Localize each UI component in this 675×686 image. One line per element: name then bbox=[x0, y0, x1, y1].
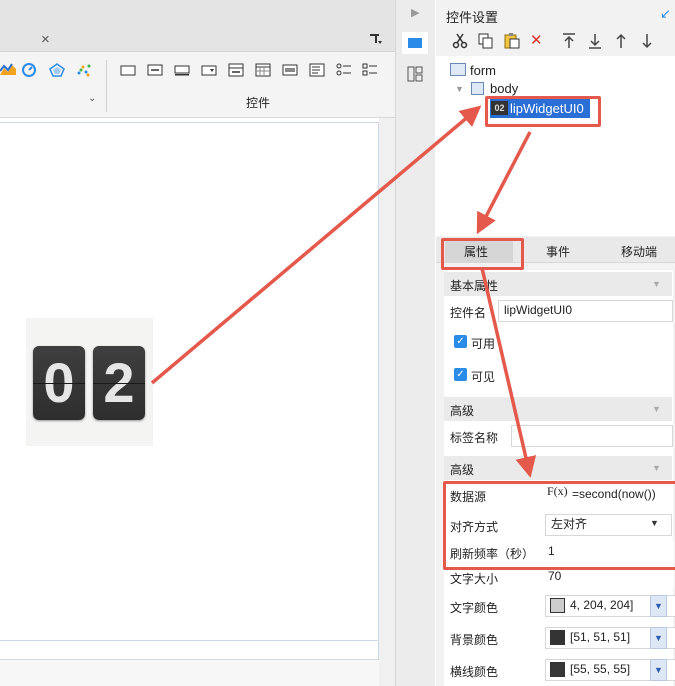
paste-icon[interactable] bbox=[504, 32, 520, 49]
radar-widget-icon[interactable] bbox=[49, 63, 65, 77]
gauge-widget-icon[interactable] bbox=[21, 63, 37, 77]
close-tab-icon[interactable]: × bbox=[41, 31, 50, 48]
panel-title: 控件设置 bbox=[446, 10, 499, 25]
enabled-label: 可用 bbox=[471, 337, 496, 351]
flip-digit: 0 bbox=[33, 346, 85, 420]
move-down-icon[interactable] bbox=[640, 33, 654, 49]
radio-widget-icon[interactable] bbox=[336, 63, 352, 77]
section-label: 基本属性 bbox=[450, 279, 499, 293]
layout-icon[interactable] bbox=[407, 66, 423, 82]
canvas-scroll-gutter[interactable] bbox=[379, 118, 395, 686]
color-dropdown-button[interactable]: ▼ bbox=[650, 659, 667, 681]
delete-icon[interactable]: ✕ bbox=[530, 33, 543, 49]
date-widget-icon[interactable] bbox=[255, 63, 271, 77]
bg-color-label: 背景颜色 bbox=[450, 633, 499, 647]
move-top-icon[interactable] bbox=[562, 33, 576, 49]
widget-toolbar bbox=[0, 52, 395, 118]
tab-mobile[interactable]: 移动端 bbox=[621, 243, 657, 260]
color-dropdown-button[interactable]: ▼ bbox=[650, 595, 667, 617]
collapse-caret-icon[interactable]: ▼ bbox=[652, 404, 661, 414]
section-header-advanced[interactable] bbox=[444, 456, 672, 480]
collapse-triangle-icon[interactable]: ▼ bbox=[455, 84, 464, 94]
copy-icon[interactable] bbox=[478, 33, 494, 49]
editor-tab-bar bbox=[0, 0, 395, 52]
tag-name-field[interactable] bbox=[511, 425, 673, 447]
section-label: 高级 bbox=[450, 463, 475, 477]
expand-arrow-icon[interactable]: ▶ bbox=[411, 6, 419, 19]
button-widget-icon[interactable] bbox=[120, 63, 136, 77]
collapse-caret-icon[interactable]: ▼ bbox=[652, 463, 661, 473]
text-color-swatch[interactable] bbox=[550, 598, 565, 613]
body-node-icon bbox=[471, 82, 484, 95]
enabled-checkbox[interactable]: ✓ bbox=[454, 335, 467, 348]
panel-switcher-strip bbox=[395, 0, 435, 686]
tab-menu-icon[interactable] bbox=[369, 32, 383, 46]
canvas-footer bbox=[0, 660, 379, 686]
tree-node-body[interactable]: body bbox=[490, 81, 518, 96]
bg-color-swatch[interactable] bbox=[550, 630, 565, 645]
section-label: 高级 bbox=[450, 404, 475, 418]
form-node-icon bbox=[450, 63, 466, 76]
cut-icon[interactable] bbox=[452, 33, 468, 49]
chevron-down-icon[interactable]: ⌄ bbox=[88, 93, 96, 104]
tab-events[interactable]: 事件 bbox=[546, 243, 570, 260]
visible-label: 可见 bbox=[471, 370, 496, 384]
section-header-advanced[interactable] bbox=[444, 397, 672, 421]
list-widget-icon[interactable] bbox=[228, 63, 244, 77]
text-field-widget-icon[interactable] bbox=[174, 63, 190, 77]
tree-node-form[interactable]: form bbox=[470, 63, 496, 78]
toolbar-group-label: 控件 bbox=[246, 96, 271, 110]
move-up-icon[interactable] bbox=[614, 33, 628, 49]
label-widget-icon[interactable] bbox=[147, 63, 163, 77]
number-widget-icon[interactable] bbox=[282, 63, 298, 77]
dropdown-widget-icon[interactable] bbox=[201, 63, 217, 77]
checkbox-widget-icon[interactable] bbox=[362, 63, 378, 77]
widget-name-field[interactable]: lipWidgetUI0 bbox=[498, 300, 673, 322]
visible-checkbox[interactable]: ✓ bbox=[454, 368, 467, 381]
color-dropdown-button[interactable]: ▼ bbox=[650, 627, 667, 649]
line-color-swatch[interactable] bbox=[550, 662, 565, 677]
move-bottom-icon[interactable] bbox=[588, 33, 602, 49]
collapse-caret-icon[interactable]: ▼ bbox=[652, 279, 661, 289]
flip-digit: 2 bbox=[93, 346, 145, 420]
highlight-datasource-group bbox=[443, 481, 675, 570]
scatter-widget-icon[interactable] bbox=[76, 63, 92, 77]
textarea-widget-icon[interactable] bbox=[309, 63, 325, 77]
resize-icon[interactable]: ↙ bbox=[660, 6, 671, 22]
highlight-selected-node bbox=[485, 96, 601, 127]
text-color-label: 文字颜色 bbox=[450, 601, 499, 615]
canvas-bottom-border bbox=[0, 640, 379, 641]
toolbar-divider bbox=[106, 60, 107, 112]
line-color-label: 横线颜色 bbox=[450, 665, 499, 679]
highlight-properties-tab bbox=[441, 238, 524, 270]
flip-clock-widget[interactable]: 0 2 bbox=[26, 318, 153, 446]
widget-name-label: 控件名 bbox=[450, 306, 487, 320]
map-widget-icon[interactable] bbox=[0, 63, 16, 77]
widget-settings-icon bbox=[408, 38, 422, 48]
font-size-label: 文字大小 bbox=[450, 572, 499, 586]
tag-name-label: 标签名称 bbox=[450, 431, 499, 445]
